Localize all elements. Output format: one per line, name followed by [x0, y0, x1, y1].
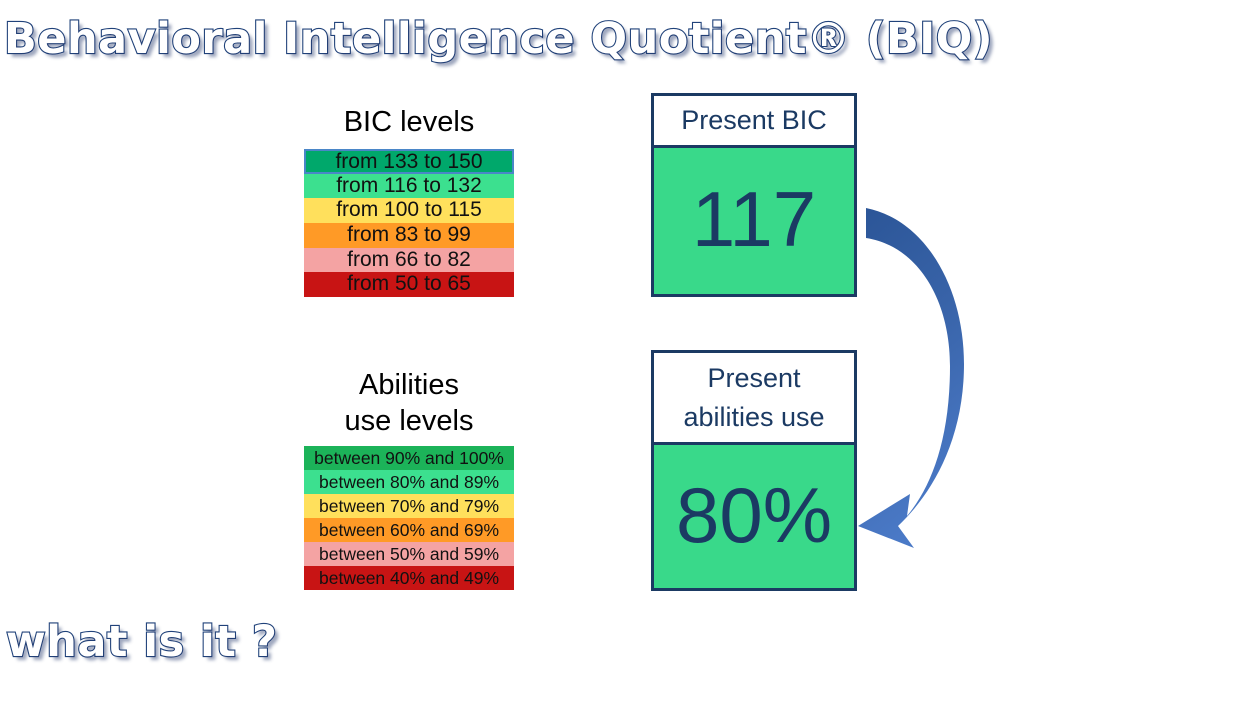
abilities-levels-caption: Abilities use levels [284, 367, 534, 440]
bic-levels-legend: from 133 to 150 from 116 to 132 from 100… [304, 149, 514, 298]
present-bic-value: 117 [654, 148, 854, 294]
present-bic-card: Present BIC 117 [651, 93, 857, 297]
legend-row: from 50 to 65 [304, 272, 514, 298]
legend-row: between 50% and 59% [304, 542, 514, 566]
legend-row: from 83 to 99 [304, 223, 514, 248]
legend-row: from 100 to 115 [304, 198, 514, 224]
legend-row: from 66 to 82 [304, 247, 514, 273]
legend-row: from 133 to 150 [304, 149, 514, 174]
question-text: what is it ? [5, 616, 278, 668]
curved-flow-arrow-icon [858, 208, 964, 548]
legend-row: between 40% and 49% [304, 566, 514, 590]
legend-row: between 80% and 89% [304, 470, 514, 494]
abilities-levels-caption-line1: Abilities [359, 369, 459, 401]
page-title: Behavioral Intelligence Quotient® (BIQ) [3, 13, 994, 65]
legend-row: between 70% and 79% [304, 494, 514, 518]
abilities-levels-legend: between 90% and 100% between 80% and 89%… [304, 446, 514, 590]
legend-row: from 116 to 132 [304, 173, 514, 199]
present-abilities-use-card: Present abilities use 80% [651, 350, 857, 591]
legend-row: between 60% and 69% [304, 518, 514, 542]
present-abilities-use-value: 80% [654, 445, 854, 588]
bic-levels-caption: BIC levels [343, 106, 475, 138]
abilities-levels-caption-line2: use levels [344, 405, 474, 438]
present-abilities-use-header: Present abilities use [654, 353, 854, 445]
present-bic-header: Present BIC [654, 96, 854, 148]
legend-row: between 90% and 100% [304, 446, 514, 470]
